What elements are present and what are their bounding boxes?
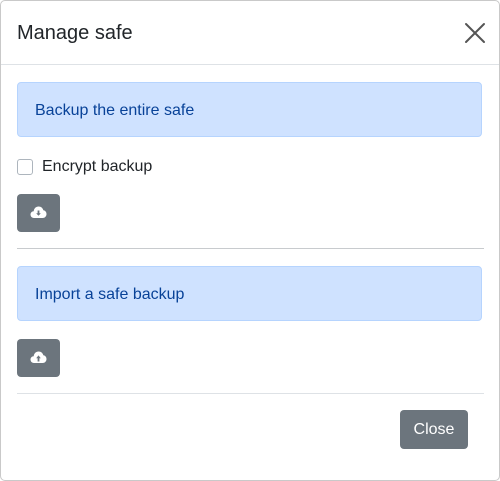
footer-divider (17, 393, 484, 394)
manage-safe-dialog: Manage safe Backup the entire safe Encry… (0, 0, 500, 481)
upload-backup-button[interactable] (17, 339, 60, 377)
backup-info-alert: Backup the entire safe (17, 82, 482, 137)
section-divider (17, 248, 484, 249)
dialog-header: Manage safe (1, 1, 499, 65)
cloud-upload-icon (30, 351, 47, 363)
download-backup-button[interactable] (17, 194, 60, 232)
backup-alert-text: Backup the entire safe (35, 102, 195, 119)
cloud-download-icon (30, 206, 47, 218)
encrypt-backup-label[interactable]: Encrypt backup (42, 157, 152, 177)
import-info-alert: Import a safe backup (17, 266, 482, 321)
dialog-title: Manage safe (17, 22, 133, 44)
encrypt-backup-checkbox[interactable] (17, 159, 33, 175)
import-alert-text: Import a safe backup (35, 286, 185, 303)
close-icon[interactable] (463, 21, 487, 45)
close-button[interactable]: Close (400, 410, 468, 449)
